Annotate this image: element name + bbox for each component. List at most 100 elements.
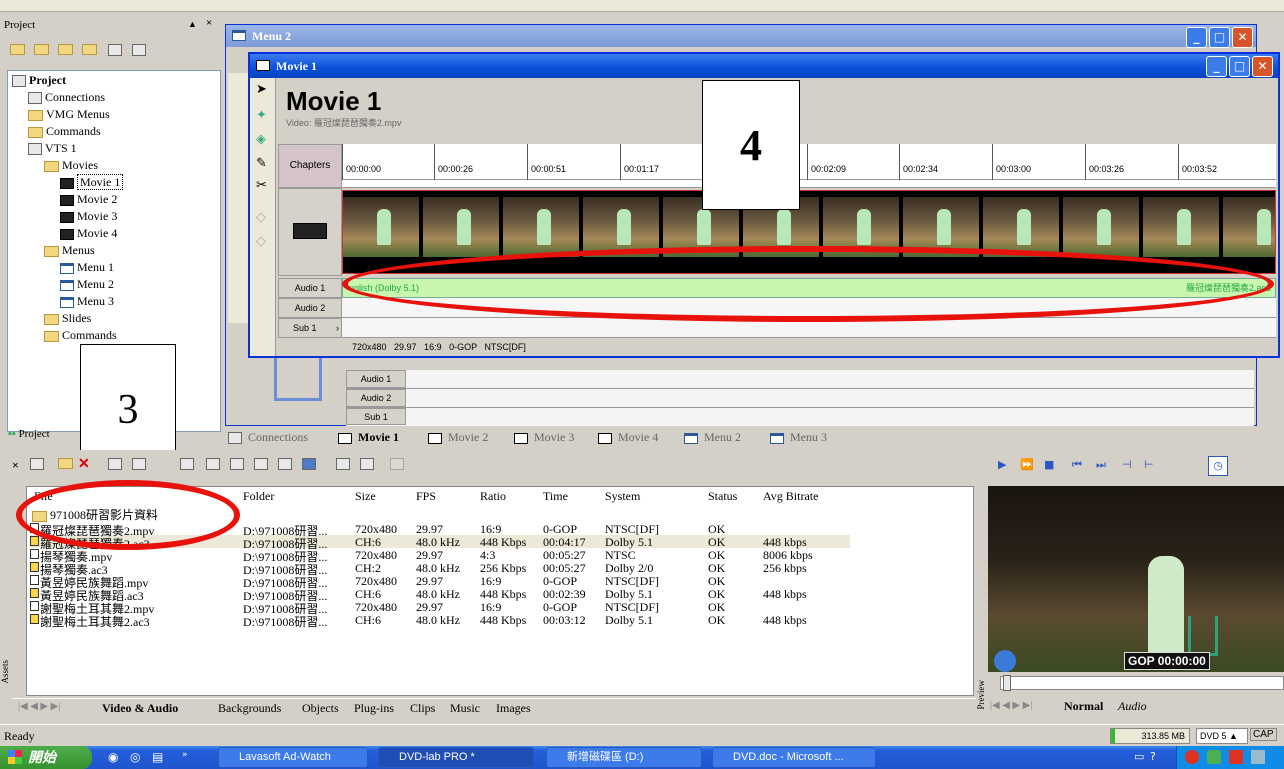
- tree-item[interactable]: VMG Menus: [28, 107, 110, 122]
- document-tab[interactable]: Menu 2: [684, 430, 741, 445]
- document-tab[interactable]: Movie 4: [598, 430, 658, 445]
- delete-icon[interactable]: ✕: [78, 456, 90, 473]
- tray-icon-4[interactable]: [1251, 750, 1265, 764]
- properties-icon[interactable]: [108, 44, 122, 56]
- tree-item[interactable]: Movie 3: [60, 209, 117, 224]
- view-icon[interactable]: [30, 458, 44, 470]
- preview-tab-normal[interactable]: Normal: [1064, 699, 1103, 714]
- column-header[interactable]: Ratio: [480, 489, 506, 504]
- preview-scroll-icon[interactable]: |◀ ◀ ▶ ▶|: [990, 700, 1032, 711]
- asset-tab[interactable]: Clips: [410, 701, 435, 716]
- start-button[interactable]: 開始: [0, 746, 92, 769]
- table-row[interactable]: 揚琴獨奏.mpv D:\971008研習... 720x480 29.97 4:3 00:…: [30, 548, 970, 564]
- tray-icon-1[interactable]: [1185, 750, 1199, 764]
- close-icon[interactable]: ×: [206, 17, 212, 29]
- taskbar-item[interactable]: Lavasoft Ad-Watch: [218, 747, 368, 768]
- next-frame-icon[interactable]: ⏭: [1096, 458, 1106, 472]
- scroll-first-icon[interactable]: |◀ ◀ ▶ ▶|: [18, 701, 60, 712]
- preview-slider-thumb[interactable]: [1003, 675, 1011, 691]
- column-header[interactable]: System: [605, 489, 640, 504]
- close-button[interactable]: ✕: [1232, 27, 1253, 48]
- media-icon[interactable]: ◎: [130, 750, 140, 764]
- table-row[interactable]: 黃昱婷民族舞蹈.ac3 D:\971008研習... CH:6 48.0 kHz 448…: [30, 587, 970, 603]
- new-folder-icon[interactable]: [10, 44, 25, 55]
- tray-icon-3[interactable]: [1229, 750, 1243, 764]
- document-tab[interactable]: Connections: [228, 430, 308, 445]
- link-icon[interactable]: [278, 458, 292, 470]
- help-icon[interactable]: ?: [1150, 750, 1156, 763]
- tree-item[interactable]: Movie 4: [60, 226, 117, 241]
- new-menu-icon[interactable]: [58, 44, 73, 55]
- expand-icon[interactable]: ›: [336, 319, 339, 337]
- ie-icon[interactable]: ◉: [108, 750, 118, 764]
- tree-item[interactable]: Menus: [44, 243, 95, 258]
- project-footer-tab[interactable]: ▪▪ Project: [8, 428, 78, 444]
- new-slide-icon[interactable]: [82, 44, 97, 55]
- asset-tab[interactable]: Music: [450, 701, 480, 716]
- column-header[interactable]: Folder: [243, 489, 274, 504]
- list-view-icon[interactable]: [108, 458, 122, 470]
- table-row[interactable]: 謝聖梅土耳其舞2.ac3 D:\971008研習... CH:6 48.0 kHz 44…: [30, 613, 970, 629]
- tree-item[interactable]: Connections: [28, 90, 105, 105]
- explorer-icon[interactable]: ▤: [152, 750, 163, 764]
- taskbar-item[interactable]: DVD.doc - Microsoft ...: [712, 747, 876, 768]
- collapse-icon[interactable]: ▲: [188, 19, 197, 29]
- vts-add-icon[interactable]: [132, 44, 146, 56]
- play-icon[interactable]: ▶: [998, 458, 1006, 471]
- asset-tab[interactable]: Objects: [302, 701, 339, 716]
- tree-item[interactable]: VTS 1: [28, 141, 77, 156]
- assets-close[interactable]: ×: [12, 458, 19, 473]
- image-icon[interactable]: [302, 458, 316, 470]
- demux-icon[interactable]: [360, 458, 374, 470]
- arrow-tool-icon[interactable]: ➤: [256, 82, 267, 97]
- tree-item[interactable]: Menu 1: [60, 260, 114, 275]
- pencil-tool-icon[interactable]: ✎: [256, 156, 267, 171]
- open-folder-icon[interactable]: [58, 458, 73, 469]
- column-header[interactable]: FPS: [416, 489, 436, 504]
- asset-tab[interactable]: Images: [496, 701, 531, 716]
- keyboard-icon[interactable]: ▭: [1134, 750, 1144, 763]
- dvd-type-select[interactable]: DVD 5 ▲: [1196, 728, 1248, 744]
- tree-item[interactable]: Menu 3: [60, 294, 114, 309]
- maximize-button[interactable]: □: [1229, 56, 1250, 77]
- mux-icon[interactable]: [336, 458, 350, 470]
- tree-item[interactable]: Project: [12, 73, 66, 88]
- minimize-button[interactable]: _: [1206, 56, 1227, 77]
- document-tab[interactable]: Movie 1: [338, 430, 399, 445]
- audio-tool-icon[interactable]: [206, 458, 220, 470]
- asset-tab[interactable]: Plug-ins: [354, 701, 394, 716]
- close-button[interactable]: ✕: [1252, 56, 1273, 77]
- tree-item[interactable]: Commands: [44, 328, 117, 343]
- fast-forward-icon[interactable]: ⏩: [1020, 458, 1034, 471]
- tree-item[interactable]: Commands: [28, 124, 101, 139]
- minimize-button[interactable]: _: [1186, 27, 1207, 48]
- table-row[interactable]: 謝聖梅土耳其舞2.mpv D:\971008研習... 720x480 29.97 16…: [30, 600, 970, 616]
- stop-icon[interactable]: ■: [1044, 458, 1054, 471]
- asset-tab[interactable]: Video & Audio: [102, 701, 178, 716]
- column-header[interactable]: Time: [543, 489, 568, 504]
- taskbar-item[interactable]: DVD-lab PRO *: [378, 747, 534, 768]
- document-tab[interactable]: Menu 3: [770, 430, 827, 445]
- tree-item[interactable]: Movies: [44, 158, 98, 173]
- marker-alt-icon[interactable]: ◇: [256, 234, 266, 249]
- column-header[interactable]: Status: [708, 489, 737, 504]
- taskbar-item[interactable]: 新增磁碟區 (D:): [546, 747, 702, 768]
- document-tab[interactable]: Movie 2: [428, 430, 488, 445]
- table-row[interactable]: 揚琴獨奏.ac3 D:\971008研習... CH:2 48.0 kHz 256 Kb…: [30, 561, 970, 577]
- prev-frame-icon[interactable]: ⏮: [1072, 458, 1082, 472]
- table-row[interactable]: 黃昱婷民族舞蹈.mpv D:\971008研習... 720x480 29.97 16:…: [30, 574, 970, 590]
- marker-icon[interactable]: ◇: [256, 210, 266, 225]
- tray-icon-2[interactable]: [1207, 750, 1221, 764]
- tree-item[interactable]: Slides: [44, 311, 91, 326]
- add-chapter-icon[interactable]: ✦: [256, 108, 267, 123]
- scissors-tool-icon[interactable]: ✂: [256, 178, 267, 193]
- mark-in-icon[interactable]: ⊣: [1122, 458, 1132, 471]
- column-header[interactable]: Avg Bitrate: [763, 489, 818, 504]
- mark-out-icon[interactable]: ⊢: [1144, 458, 1154, 471]
- document-tab[interactable]: Movie 3: [514, 430, 574, 445]
- column-header[interactable]: Size: [355, 489, 376, 504]
- more-icon[interactable]: »: [182, 750, 188, 760]
- tree-item[interactable]: Movie 1: [60, 174, 124, 190]
- sort-icon[interactable]: [132, 458, 146, 470]
- tree-item[interactable]: Menu 2: [60, 277, 114, 292]
